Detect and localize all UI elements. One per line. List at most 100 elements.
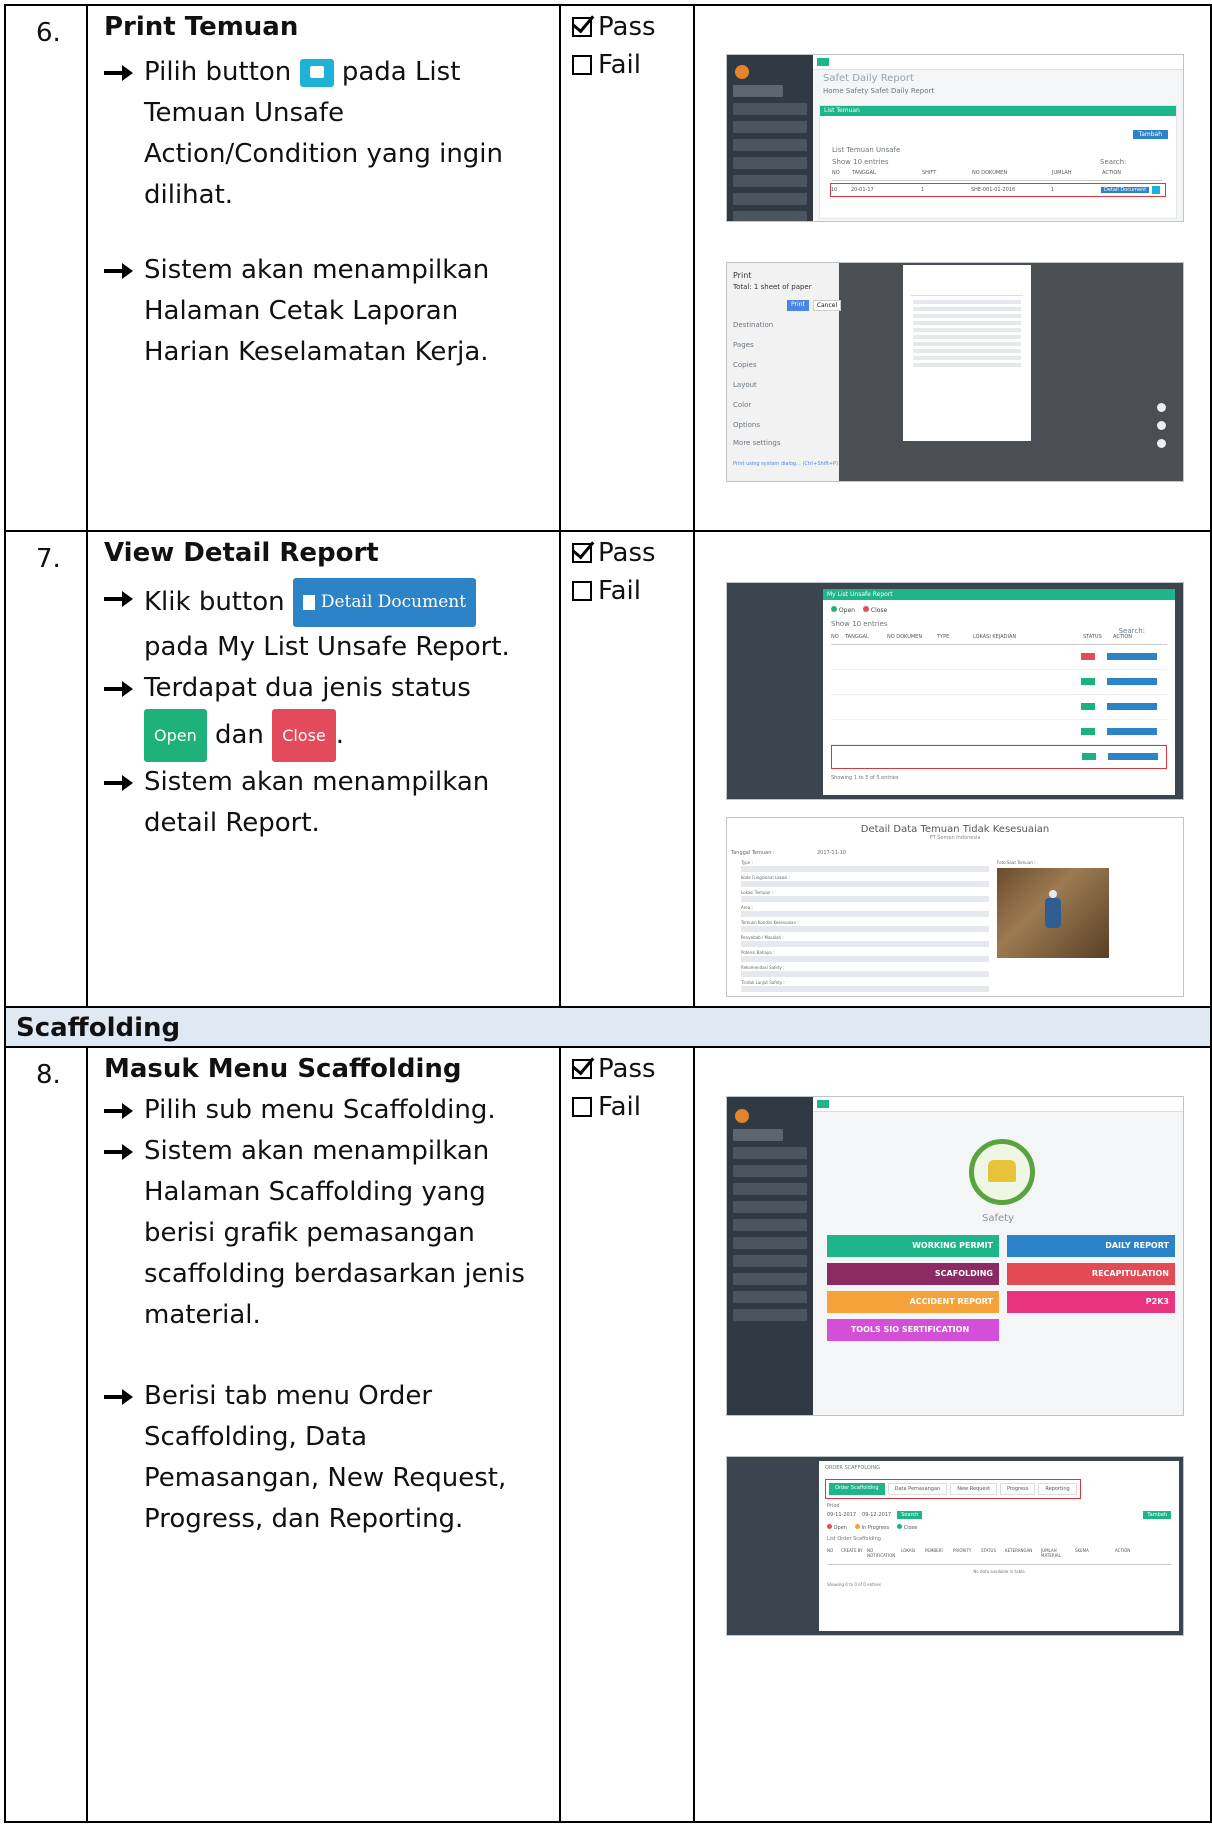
test-case-table: 6. Print Temuan Pilih button pada List T… [4,4,1212,1823]
shot-col: LOKASI KEJADIAN [973,634,1017,640]
shot-col: NO [831,634,839,640]
row7-step-1: Klik button Detail Document pada My List… [104,578,549,668]
app-topbar [813,1097,1183,1112]
order-list-title: List Order Scaffolding [827,1536,881,1542]
col-divider-3a [693,4,695,1006]
fail-label: Fail [598,576,641,606]
order-col: JUMLAH MATERIAL [1041,1548,1061,1558]
fail-checkbox[interactable] [572,581,592,601]
row7-top-border [4,530,1212,532]
order-col: CREATE BY [841,1548,863,1553]
detail-document-button: Detail Document [292,578,477,627]
detail-field-label: Area : [741,905,753,910]
shot-panel-header: List Temuan [820,106,1176,116]
pass-checkbox[interactable] [572,543,592,563]
shot-cell: 10 [831,187,838,193]
row8-title: Masuk Menu Scaffolding [104,1054,462,1084]
row8-number: 8. [36,1060,61,1090]
order-date-from: 09-11-2017 [827,1512,857,1518]
order-col: NO NOTIFICATION [867,1548,896,1558]
close-status-badge: Close [272,709,336,762]
print-preview-page [903,265,1031,441]
row6-number: 6. [36,18,61,48]
row8-passfail: Pass Fail [572,1050,656,1126]
detail-field-label: Potensi Bahaya : [741,950,775,955]
shot-panel-header: My List Unsafe Report [823,589,1175,600]
col-divider-3b [693,1046,695,1823]
pass-label: Pass [598,1054,656,1084]
print-button: Print [787,300,809,311]
print-field: Copies [733,361,757,369]
legend-in-progress: In Progress [861,1525,890,1531]
arrow-icon [104,668,144,699]
row7-title: View Detail Report [104,538,379,568]
col-divider-1a [86,4,88,1006]
order-col: ACTION [1115,1548,1131,1553]
shot-col: ACTION [1102,170,1122,176]
arrow-icon [104,1376,144,1407]
safety-logo-icon [969,1139,1035,1205]
detail-field-label: Type : [741,860,753,865]
row7-steps: View Detail Report Klik button Detail Do… [104,538,549,844]
screenshot-safety-dashboard: Safety WORKING PERMIT DAILY REPORT SCAFO… [726,1096,1184,1416]
order-col: PRIORITY [953,1548,972,1553]
print-field: Destination [733,321,774,329]
zoom-out-icon [1157,439,1166,448]
fail-checkbox[interactable] [572,1097,592,1117]
detail-field-label: Rekomendasi Safety : [741,965,785,970]
tab-order-scaffolding: Order Scaffolding [829,1483,885,1495]
shot-cell: 20-01-17 [851,187,874,193]
screenshot-order-scaffolding: ORDER SCAFFOLDING Order Scaffolding Data… [726,1456,1184,1636]
shot-table-caption: List Temuan Unsafe [832,146,901,154]
tile-p2k3: P2K3 [1007,1291,1175,1313]
shot-col: STATUS [1083,634,1102,640]
order-footer: Showing 0 to 0 of 0 entries [827,1582,881,1587]
detail-field-label: Temuan Kondisi Kesesuaian : [741,920,799,925]
tab-data-pemasangan: Data Pemasangan [887,1483,948,1495]
col-divider-2b [559,1046,561,1823]
row6-steps: Print Temuan Pilih button pada List Temu… [104,12,549,373]
print-field: Pages [733,341,754,349]
tile-daily-report: DAILY REPORT [1007,1235,1175,1257]
arrow-icon [104,578,144,609]
row7-step-2-text: Terdapat dua jenis status [144,673,471,703]
row8-step-3-text: Berisi tab menu Order Scaffolding, Data … [144,1381,507,1534]
fail-checkbox[interactable] [572,55,592,75]
row7-period: . [335,720,345,750]
detail-field-label: Kode Fungsional Lokasi : [741,875,790,880]
arrow-icon [104,250,144,281]
arrow-icon [104,762,144,793]
tab-reporting: Reporting [1038,1483,1077,1495]
print-footer: Print using system dialog... (Ctrl+Shift… [733,461,839,467]
row6-title: Print Temuan [104,12,299,42]
table-bottom-border [4,1821,1212,1823]
shot-col: ACTION [1113,634,1133,640]
shot-cell: SHE-001-01-2016 [971,187,1016,193]
arrow-icon [104,52,144,83]
app-topbar [813,55,1183,70]
zoom-in-icon [1157,421,1166,430]
pass-checkbox[interactable] [572,1059,592,1079]
shot-detail-button: Detail Document [1101,187,1150,193]
print-more-settings: More settings [733,439,781,447]
pass-label: Pass [598,12,656,42]
legend-open: Open [838,607,855,614]
order-col: PEMBERI [925,1548,943,1553]
row7-step-1-text: Klik button [144,587,285,617]
arrow-icon [104,1090,144,1121]
fail-label: Fail [598,50,641,80]
row7-step-1-after: pada My List Unsafe Report. [144,632,510,662]
fail-label: Fail [598,1092,641,1122]
print-button-icon [299,58,334,87]
tile-recapitulation: RECAPITULATION [1007,1263,1175,1285]
print-total: Total: 1 sheet of paper [733,283,812,291]
shot-cell: 1 [921,187,925,193]
col-divider-1b [86,1046,88,1823]
pass-checkbox[interactable] [572,17,592,37]
tile-accident-report: ACCIDENT REPORT [827,1291,999,1313]
row6-step-2-text: Sistem akan menampilkan Halaman Cetak La… [144,255,490,367]
row8-step-2-text: Sistem akan menampilkan Halaman Scaffold… [144,1136,525,1330]
tab-new-request: New Request [950,1483,998,1495]
screenshot-my-list-unsafe-report: My List Unsafe Report Open Close Show 10… [726,582,1184,800]
shot-col: SHIFT [922,170,937,176]
